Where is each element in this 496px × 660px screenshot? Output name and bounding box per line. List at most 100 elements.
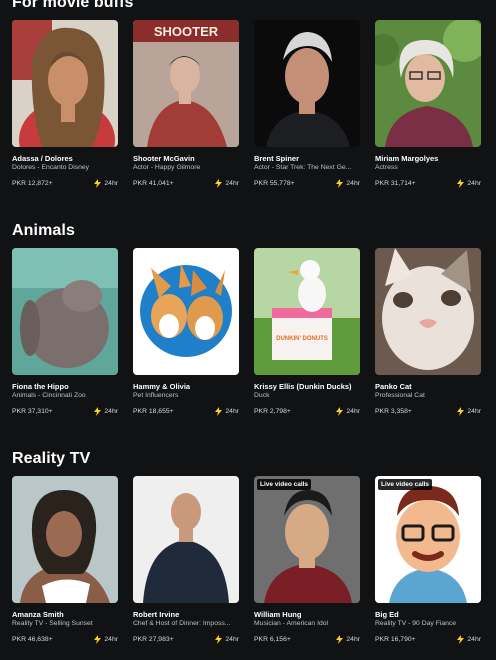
talent-card-miriam[interactable]: Miriam Margolyes Actress PKR 31,714+ 24h… bbox=[375, 20, 481, 188]
portrait-image bbox=[133, 476, 239, 603]
talent-subtitle: Professional Cat bbox=[375, 392, 425, 399]
talent-card-fiona[interactable]: Fiona the Hippo Animals - Cincinnati Zoo… bbox=[12, 248, 118, 416]
talent-subtitle: Dolores - Encanto Disney bbox=[12, 164, 90, 171]
response-time: 24hr bbox=[104, 636, 118, 643]
corgis-image bbox=[133, 248, 239, 375]
price: PKR 41,041+ bbox=[133, 180, 174, 187]
talent-card-adassa[interactable]: Adassa / Dolores Dolores - Encanto Disne… bbox=[12, 20, 118, 188]
response-time: 24hr bbox=[467, 180, 481, 187]
talent-name: Miriam Margolyes bbox=[375, 154, 439, 163]
talent-subtitle: Animals - Cincinnati Zoo bbox=[12, 392, 86, 399]
section-title: For movie buffs bbox=[12, 0, 134, 11]
price: PKR 16,790+ bbox=[375, 636, 416, 643]
talent-photo[interactable] bbox=[375, 20, 481, 147]
talent-name: Fiona the Hippo bbox=[12, 382, 69, 391]
price: PKR 55,778+ bbox=[254, 180, 295, 187]
response-time: 24hr bbox=[346, 636, 360, 643]
talent-subtitle: Actor - Star Trek: The Next Ge... bbox=[254, 164, 352, 171]
price: PKR 18,655+ bbox=[133, 408, 174, 415]
talent-name: Panko Cat bbox=[375, 382, 412, 391]
talent-card-hammy-olivia[interactable]: Hammy & Olivia Pet Influencers PKR 18,65… bbox=[133, 248, 239, 416]
response-time: 24hr bbox=[467, 636, 481, 643]
lightning-icon bbox=[336, 407, 344, 416]
talent-subtitle: Musician - American Idol bbox=[254, 620, 329, 627]
response-time: 24hr bbox=[104, 180, 118, 187]
lightning-icon bbox=[94, 407, 102, 416]
response-time: 24hr bbox=[225, 408, 239, 415]
talent-photo[interactable] bbox=[133, 476, 239, 603]
talent-subtitle: Reality TV - Selling Sunset bbox=[12, 620, 93, 627]
price: PKR 31,714+ bbox=[375, 180, 416, 187]
talent-name: Robert Irvine bbox=[133, 610, 180, 619]
lightning-icon bbox=[336, 635, 344, 644]
lightning-icon bbox=[215, 179, 223, 188]
poster-text: SHOOTER bbox=[154, 24, 219, 39]
price: PKR 27,983+ bbox=[133, 636, 174, 643]
talent-photo[interactable]: SHOOTER bbox=[133, 20, 239, 147]
response-time: 24hr bbox=[225, 180, 239, 187]
talent-card-panko[interactable]: Panko Cat Professional Cat PKR 3,358+ 24… bbox=[375, 248, 481, 416]
response-time: 24hr bbox=[467, 408, 481, 415]
talent-name: Amanza Smith bbox=[12, 610, 64, 619]
talent-card-brent[interactable]: Brent Spiner Actor - Star Trek: The Next… bbox=[254, 20, 360, 188]
talent-photo[interactable] bbox=[12, 476, 118, 603]
lightning-icon bbox=[336, 179, 344, 188]
price: PKR 46,638+ bbox=[12, 636, 53, 643]
response-time: 24hr bbox=[225, 636, 239, 643]
lightning-icon bbox=[94, 179, 102, 188]
talent-subtitle: Actor - Happy Gilmore bbox=[133, 164, 201, 171]
price: PKR 37,310+ bbox=[12, 408, 53, 415]
talent-name: William Hung bbox=[254, 610, 302, 619]
talent-subtitle: Actress bbox=[375, 164, 398, 171]
portrait-image bbox=[254, 476, 360, 603]
talent-name: Big Ed bbox=[375, 610, 399, 619]
talent-photo[interactable] bbox=[375, 248, 481, 375]
talent-photo[interactable]: DUNKIN' DONUTS bbox=[254, 248, 360, 375]
section-reality-tv: Reality TV bbox=[12, 449, 496, 469]
talent-subtitle: Pet Influencers bbox=[133, 392, 179, 399]
live-video-calls-badge: Live video calls bbox=[257, 479, 312, 490]
talent-photo[interactable] bbox=[133, 248, 239, 375]
caricature-image bbox=[375, 476, 481, 603]
talent-subtitle: Duck bbox=[254, 392, 270, 399]
portrait-image bbox=[375, 20, 481, 147]
poster-image: SHOOTER bbox=[133, 20, 239, 147]
live-video-calls-badge: Live video calls bbox=[378, 479, 433, 490]
talent-photo[interactable] bbox=[12, 248, 118, 375]
talent-name: Shooter McGavin bbox=[133, 154, 195, 163]
price: PKR 2,798+ bbox=[254, 408, 291, 415]
talent-card-william[interactable]: Live video calls William Hung Musician -… bbox=[254, 476, 360, 644]
lightning-icon bbox=[215, 407, 223, 416]
cat-image bbox=[375, 248, 481, 375]
section-movie-buffs: For movie buffs bbox=[12, 0, 496, 13]
portrait-image bbox=[12, 476, 118, 603]
price: PKR 12,872+ bbox=[12, 180, 53, 187]
lightning-icon bbox=[457, 407, 465, 416]
talent-name: Brent Spiner bbox=[254, 154, 300, 163]
section-animals: Animals bbox=[12, 221, 496, 241]
talent-photo[interactable]: Live video calls bbox=[254, 476, 360, 603]
portrait-image bbox=[254, 20, 360, 147]
talent-photo[interactable] bbox=[254, 20, 360, 147]
duck-image: DUNKIN' DONUTS bbox=[254, 248, 360, 375]
hippo-image bbox=[12, 248, 118, 375]
talent-card-amanza[interactable]: Amanza Smith Reality TV - Selling Sunset… bbox=[12, 476, 118, 644]
talent-name: Adassa / Dolores bbox=[12, 154, 73, 163]
lightning-icon bbox=[215, 635, 223, 644]
response-time: 24hr bbox=[346, 180, 360, 187]
talent-card-big-ed[interactable]: Live video calls Big Ed Reality TV - 90 … bbox=[375, 476, 481, 644]
lightning-icon bbox=[457, 635, 465, 644]
talent-photo[interactable] bbox=[12, 20, 118, 147]
talent-card-robert[interactable]: Robert Irvine Chef & Host of Dinner: Imp… bbox=[133, 476, 239, 644]
talent-card-shooter[interactable]: SHOOTER Shooter McGavin Actor - Happy Gi… bbox=[133, 20, 239, 188]
talent-card-krissy[interactable]: DUNKIN' DONUTS Krissy Ellis (Dunkin Duck… bbox=[254, 248, 360, 416]
lightning-icon bbox=[457, 179, 465, 188]
talent-photo[interactable]: Live video calls bbox=[375, 476, 481, 603]
price: PKR 3,358+ bbox=[375, 408, 412, 415]
talent-subtitle: Reality TV - 90 Day Fiance bbox=[375, 620, 457, 627]
response-time: 24hr bbox=[104, 408, 118, 415]
talent-name: Hammy & Olivia bbox=[133, 382, 191, 391]
box-text: DUNKIN' DONUTS bbox=[276, 336, 328, 342]
price: PKR 6,156+ bbox=[254, 636, 291, 643]
talent-name: Krissy Ellis (Dunkin Ducks) bbox=[254, 382, 352, 391]
